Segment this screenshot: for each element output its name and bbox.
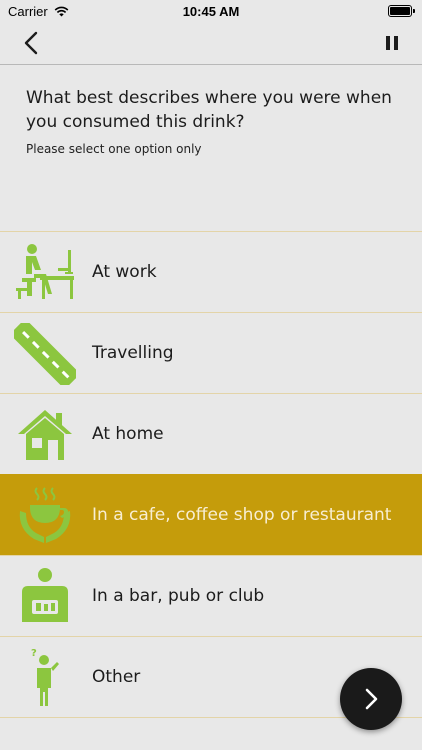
pause-button[interactable] <box>384 34 400 52</box>
question-hint: Please select one option only <box>26 142 202 156</box>
option-label: In a bar, pub or club <box>92 586 265 606</box>
question-text: What best describes where you were when … <box>26 88 392 132</box>
status-bar: Carrier 10:45 AM <box>0 0 422 22</box>
person-question-icon: ? <box>31 648 59 706</box>
option-travelling[interactable]: Travelling <box>0 312 422 393</box>
option-label: In a cafe, coffee shop or restaurant <box>92 505 392 525</box>
option-label: Other <box>92 667 141 687</box>
option-label: At home <box>92 424 164 444</box>
desk-worker-icon <box>16 244 74 299</box>
bartender-icon <box>22 568 68 622</box>
back-button[interactable] <box>18 30 48 56</box>
chevron-right-icon <box>365 688 378 710</box>
house-icon <box>18 410 72 460</box>
next-button[interactable] <box>340 668 402 730</box>
status-time: 10:45 AM <box>182 4 240 19</box>
option-at-work[interactable]: At work <box>0 231 422 312</box>
option-bar[interactable]: In a bar, pub or club <box>0 555 422 636</box>
svg-text:?: ? <box>31 648 37 659</box>
road-icon <box>14 323 76 385</box>
pause-icon <box>386 36 398 50</box>
hot-drink-hands-icon <box>19 487 71 543</box>
option-label: Travelling <box>92 343 174 363</box>
nav-bar <box>0 22 422 65</box>
option-label: At work <box>92 262 157 282</box>
option-at-home[interactable]: At home <box>0 393 422 474</box>
options-list: At work Travelling At home In a cafe, co… <box>0 231 422 718</box>
battery-icon <box>388 5 415 17</box>
chevron-left-icon <box>24 31 38 55</box>
option-cafe[interactable]: In a cafe, coffee shop or restaurant <box>0 474 422 555</box>
